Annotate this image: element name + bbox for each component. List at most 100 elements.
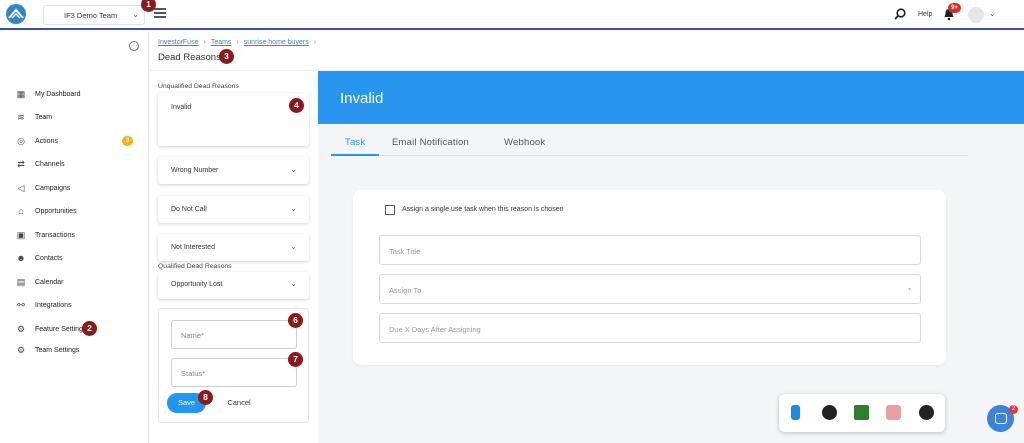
chevron-down-icon[interactable]: ⌄	[290, 165, 297, 174]
cancel-button[interactable]: Cancel	[223, 393, 255, 413]
sidebar-item-label: Transactions	[35, 231, 75, 239]
money-icon: ▣	[16, 229, 26, 240]
chevron-down-icon: ⌄	[132, 10, 139, 19]
reason-item-do-not-call[interactable]: Do Not Call ⌄	[158, 196, 309, 223]
browser-extensions-tray	[779, 394, 945, 432]
sidebar-item-feature-settings[interactable]: ⚙ Feature Settings	[16, 322, 141, 336]
breadcrumb-teams[interactable]: Teams	[211, 39, 232, 46]
chat-badge: 2	[1009, 405, 1018, 414]
extension-red-icon[interactable]	[886, 405, 901, 420]
sidebar-item-channels[interactable]: ⇄ Channels	[16, 157, 141, 171]
channels-icon: ⇄	[17, 158, 25, 169]
dropdown-arrow-icon: ▾	[907, 287, 911, 293]
help-link[interactable]: Help	[918, 11, 932, 18]
settings-toggle-icon[interactable]	[129, 41, 139, 51]
sidebar-item-label: Team Settings	[35, 346, 80, 354]
home-icon: ⌂	[18, 206, 24, 216]
reason-item-invalid[interactable]: Invalid	[158, 93, 309, 146]
sidebar-item-actions[interactable]: ◎ Actions 3	[16, 134, 141, 148]
sidebar-item-label: Contacts	[35, 254, 63, 262]
detail-header	[318, 71, 1024, 124]
sidebar-item-label: Feature Settings	[35, 325, 87, 333]
sidebar-item-campaigns[interactable]: ◁ Campaigns	[16, 181, 141, 195]
reason-item-opportunity-lost[interactable]: Opportunity Lost ⌄	[158, 272, 309, 299]
sidebar-item-label: Calendar	[35, 278, 64, 286]
app-logo[interactable]	[6, 4, 26, 24]
tab-email-notification[interactable]: Email Notification	[392, 137, 469, 148]
task-title-input[interactable]: Task Title	[379, 235, 921, 265]
chevron-down-icon[interactable]: ⌄	[290, 279, 297, 288]
sidebar-item-label: Team	[35, 113, 53, 121]
gear-icon: ⚙	[16, 344, 26, 355]
breadcrumb-separator-icon: ›	[313, 39, 317, 46]
megaphone-icon: ◁	[17, 182, 25, 193]
assign-to-select[interactable]: Assign To ▾	[379, 274, 921, 304]
sidebar-item-label: Actions	[35, 137, 58, 145]
nodes-icon: ⚯	[17, 299, 25, 310]
sidebar-item-label: My Dashboard	[35, 90, 81, 98]
sidebar-item-my-dashboard[interactable]: ▦ My Dashboard	[16, 87, 141, 101]
settings-icon: ⚙	[16, 323, 26, 334]
status-field[interactable]: Status*	[171, 358, 297, 387]
unqualified-section-label: Unqualified Dead Reasons	[158, 83, 239, 90]
extension-green-icon[interactable]	[854, 405, 869, 420]
reason-item-wrong-number[interactable]: Wrong Number ⌄	[158, 157, 309, 184]
check-circle-icon: ◎	[17, 135, 25, 146]
page-title: Dead Reasons	[158, 52, 221, 63]
step-marker-2: 2	[82, 321, 97, 336]
reason-item-not-interested[interactable]: Not Interested ⌄	[158, 234, 309, 261]
assign-task-checkbox[interactable]	[385, 205, 395, 215]
reason-label: Wrong Number	[171, 167, 219, 174]
calendar-icon: ▤	[16, 276, 26, 287]
chevron-down-icon[interactable]: ⌄	[290, 242, 297, 251]
tab-task[interactable]: Task	[345, 137, 365, 148]
sidebar-item-label: Opportunities	[35, 207, 77, 215]
tab-webhook[interactable]: Webhook	[504, 137, 545, 148]
sidebar-item-team-settings[interactable]: ⚙ Team Settings	[16, 343, 141, 357]
bluetooth-icon[interactable]	[791, 405, 800, 420]
name-field[interactable]: Name*	[171, 320, 297, 349]
sidebar-item-integrations[interactable]: ⚯ Integrations	[16, 298, 141, 312]
step-marker-7: 7	[288, 352, 303, 367]
assign-to-placeholder: Assign To	[389, 286, 422, 295]
extension-dark-icon[interactable]	[919, 405, 934, 420]
sidebar-item-label: Integrations	[35, 301, 72, 309]
team-select[interactable]: IF3 Demo Team ⌄	[43, 5, 145, 25]
actions-count-badge: 3	[122, 136, 133, 146]
step-marker-4: 4	[289, 98, 304, 113]
breadcrumb-investorfuse[interactable]: InvestorFuse	[158, 39, 198, 46]
chevron-down-icon[interactable]: ⌄	[989, 9, 996, 18]
tabs-divider	[331, 155, 968, 156]
breadcrumb: InvestorFuse › Teams › sunrise home buyers ›	[158, 39, 321, 46]
reason-label: Invalid	[171, 104, 192, 111]
notification-badge: 9+	[948, 3, 961, 13]
step-marker-6: 6	[288, 313, 303, 328]
sidebar-item-team[interactable]: ≋ Team	[16, 110, 141, 124]
assign-task-checkbox-label: Assign a single use task when this reaso…	[402, 206, 564, 213]
avatar[interactable]	[968, 7, 984, 23]
grid-icon: ▦	[16, 88, 26, 99]
sidebar-item-transactions[interactable]: ▣ Transactions	[16, 228, 141, 242]
people-icon: ☻	[16, 253, 26, 263]
sidebar-item-opportunities[interactable]: ⌂ Opportunities	[16, 204, 141, 218]
reason-label: Not Interested	[171, 244, 215, 251]
reason-label: Opportunity Lost	[171, 281, 223, 288]
breadcrumb-separator-icon: ›	[236, 39, 239, 46]
chevron-down-icon[interactable]: ⌄	[290, 204, 297, 213]
active-tab-indicator	[331, 154, 379, 156]
sidebar-item-contacts[interactable]: ☻ Contacts	[16, 251, 141, 265]
detail-title: Invalid	[340, 90, 384, 107]
menu-icon[interactable]	[154, 8, 166, 18]
due-days-input[interactable]: Due X Days After Assigning	[379, 313, 921, 343]
qualified-section-label: Qualified Dead Reasons	[158, 263, 232, 270]
sidebar-item-label: Campaigns	[35, 184, 71, 192]
sidebar-item-calendar[interactable]: ▤ Calendar	[16, 275, 141, 289]
search-icon[interactable]	[894, 8, 906, 20]
layers-icon: ≋	[17, 111, 25, 122]
reason-label: Do Not Call	[171, 206, 207, 213]
breadcrumb-separator-icon: ›	[203, 39, 206, 46]
step-marker-3: 3	[219, 49, 234, 64]
grammarly-icon[interactable]	[822, 405, 837, 420]
breadcrumb-team[interactable]: sunrise home buyers	[244, 39, 309, 46]
step-marker-8: 8	[198, 390, 213, 405]
